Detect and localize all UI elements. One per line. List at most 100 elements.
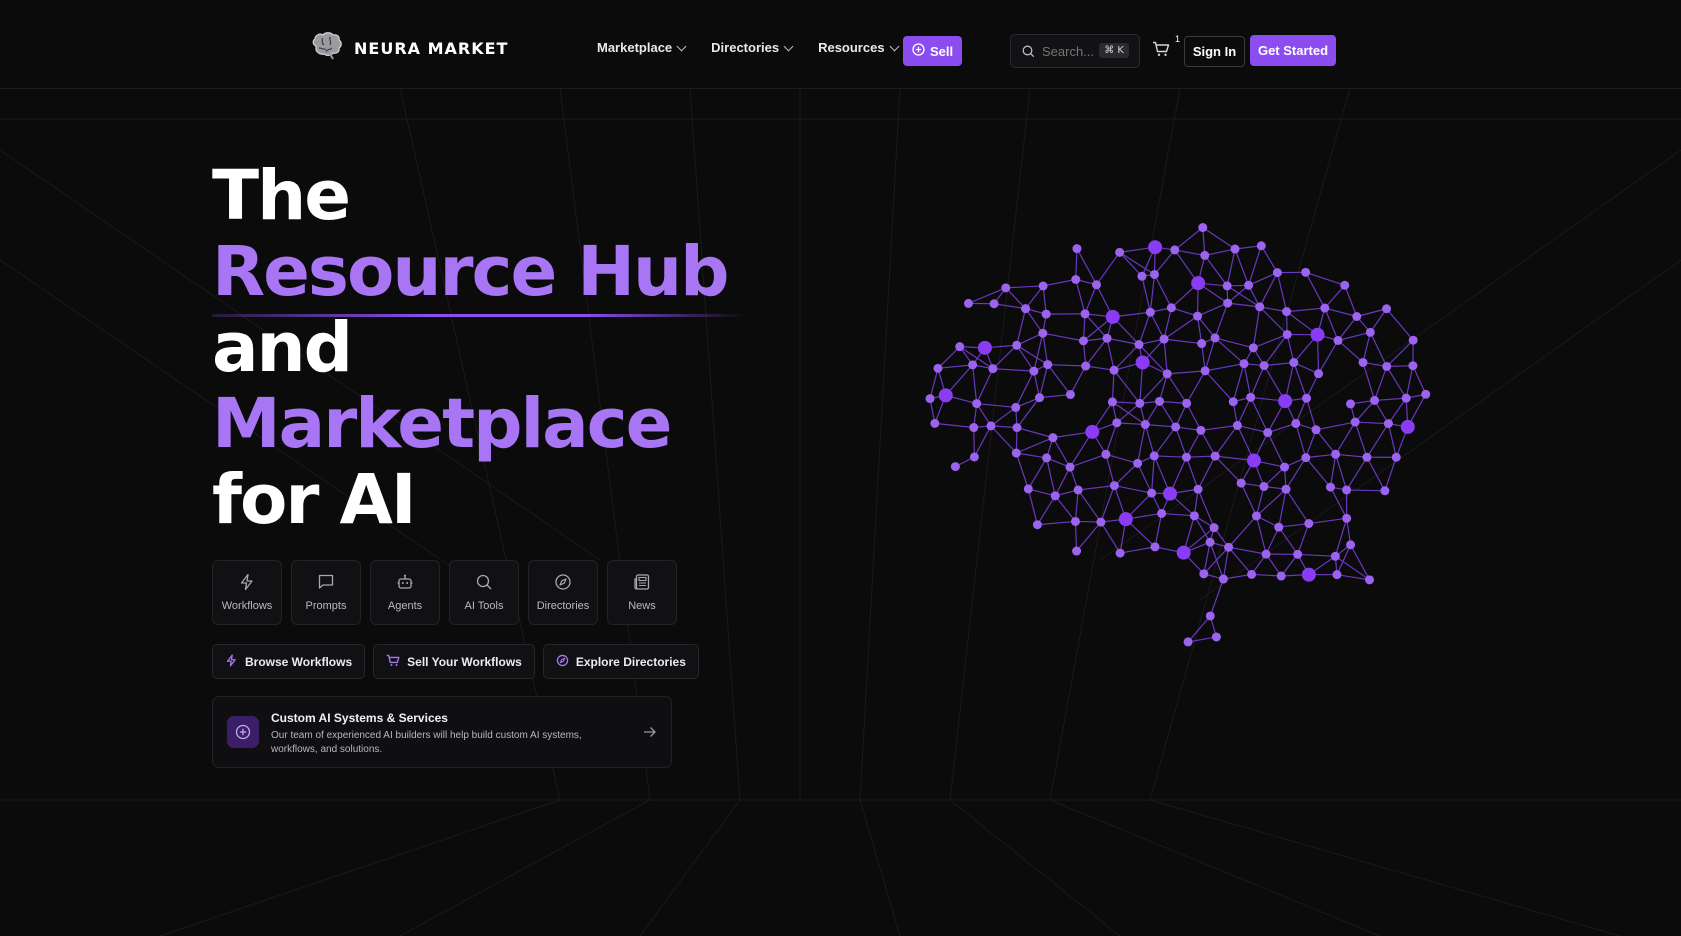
network-link [1386, 366, 1407, 399]
network-link [1305, 398, 1317, 430]
cart-count-badge: 1 [1175, 34, 1181, 44]
plus-circle-icon [227, 716, 259, 748]
network-node [1073, 485, 1083, 495]
network-node [1043, 360, 1053, 370]
category-workflows[interactable]: Workflows [212, 560, 282, 625]
category-agents[interactable]: Agents [370, 560, 440, 625]
custom-ai-services-card[interactable]: Custom AI Systems & Services Our team of… [212, 696, 672, 768]
nav-directories[interactable]: Directories [711, 40, 794, 55]
network-link [992, 344, 1018, 370]
network-link [1209, 578, 1224, 617]
network-link [1267, 432, 1286, 468]
network-link [1154, 455, 1187, 458]
cart-button[interactable] [1152, 41, 1170, 62]
newspaper-icon [633, 573, 651, 594]
network-node [1148, 240, 1163, 255]
explore-directories-label: Explore Directories [575, 654, 686, 669]
hero-line-2: Resource Hub [212, 232, 730, 312]
nav-resources[interactable]: Resources [818, 40, 900, 55]
network-node [1159, 334, 1169, 344]
network-link [972, 364, 978, 404]
network-node [1105, 309, 1120, 324]
network-link [1027, 457, 1048, 490]
network-node [1115, 548, 1125, 558]
network-link [992, 368, 1034, 372]
network-link [1105, 453, 1138, 464]
network-link [1259, 272, 1278, 308]
network-link [1318, 340, 1339, 374]
network-node [1346, 399, 1356, 409]
get-started-button[interactable]: Get Started [1250, 35, 1336, 66]
network-link [1260, 245, 1278, 273]
network-node [1239, 359, 1249, 369]
network-node [1230, 244, 1240, 254]
network-link [1105, 454, 1115, 486]
network-node [1342, 513, 1352, 523]
plus-circle-icon [912, 43, 925, 59]
network-node [1350, 417, 1360, 427]
card-title: Custom AI Systems & Services [271, 711, 448, 725]
network-node [1251, 511, 1261, 521]
network-link [1105, 422, 1118, 455]
network-node [1352, 311, 1362, 321]
network-node [1150, 542, 1160, 552]
cart-icon [386, 654, 400, 670]
network-link [1016, 437, 1054, 454]
network-link [1074, 489, 1079, 522]
network-link [1362, 362, 1376, 401]
network-link [976, 402, 1016, 409]
network-node [1289, 358, 1299, 368]
network-link [1337, 339, 1364, 363]
hero-heading: The Resource Hub and Marketplace for AI [212, 158, 730, 538]
explore-directories-button[interactable]: Explore Directories [542, 644, 699, 679]
network-link [1137, 463, 1153, 494]
network-node [1078, 336, 1088, 346]
brand-logo[interactable]: NEURA MARKET [310, 32, 508, 65]
category-directories[interactable]: Directories [528, 560, 598, 625]
network-node [1193, 484, 1203, 494]
lightning-icon [225, 653, 238, 670]
search-box[interactable]: ⌘ K [1010, 34, 1140, 68]
network-link [1335, 453, 1367, 458]
network-node [1301, 267, 1311, 277]
network-link [1016, 344, 1049, 366]
network-link [1214, 425, 1238, 457]
network-node [1096, 517, 1106, 527]
network-link [1016, 344, 1035, 372]
network-link [1100, 521, 1121, 554]
network-link [1038, 364, 1049, 398]
network-node [1183, 637, 1193, 647]
network-link [1043, 278, 1076, 287]
network-node [1029, 366, 1039, 376]
category-ai-tools[interactable]: AI Tools [449, 560, 519, 625]
network-link [1144, 424, 1155, 457]
network-link [990, 406, 1017, 427]
search-input[interactable] [1042, 43, 1100, 59]
network-link [1204, 337, 1216, 372]
network-node [1205, 611, 1215, 621]
network-link [1084, 284, 1098, 315]
network-node [1320, 303, 1330, 313]
brand-name: NEURA MARKET [354, 39, 509, 58]
network-link [1039, 393, 1071, 399]
network-node [969, 423, 979, 433]
hero-underline-accent [212, 314, 747, 317]
browse-workflows-button[interactable]: Browse Workflows [212, 644, 366, 679]
network-link [1145, 423, 1176, 428]
nav-marketplace[interactable]: Marketplace [597, 40, 687, 55]
network-link [1015, 452, 1029, 490]
network-node [1118, 512, 1133, 527]
network-link [1084, 313, 1108, 339]
network-link [1204, 248, 1236, 257]
network-link [1027, 488, 1038, 525]
category-news[interactable]: News [607, 560, 677, 625]
network-node [1176, 545, 1191, 560]
sell-your-workflows-button[interactable]: Sell Your Workflows [373, 644, 535, 679]
top-navigation-bar: NEURA MARKET Marketplace Directories Res… [0, 0, 1681, 89]
sign-in-button[interactable]: Sign In [1184, 36, 1245, 67]
category-prompts[interactable]: Prompts [291, 560, 361, 625]
network-link [1037, 520, 1076, 526]
sell-button[interactable]: Sell [903, 36, 962, 66]
network-link [1250, 397, 1269, 433]
network-link [1161, 512, 1195, 517]
